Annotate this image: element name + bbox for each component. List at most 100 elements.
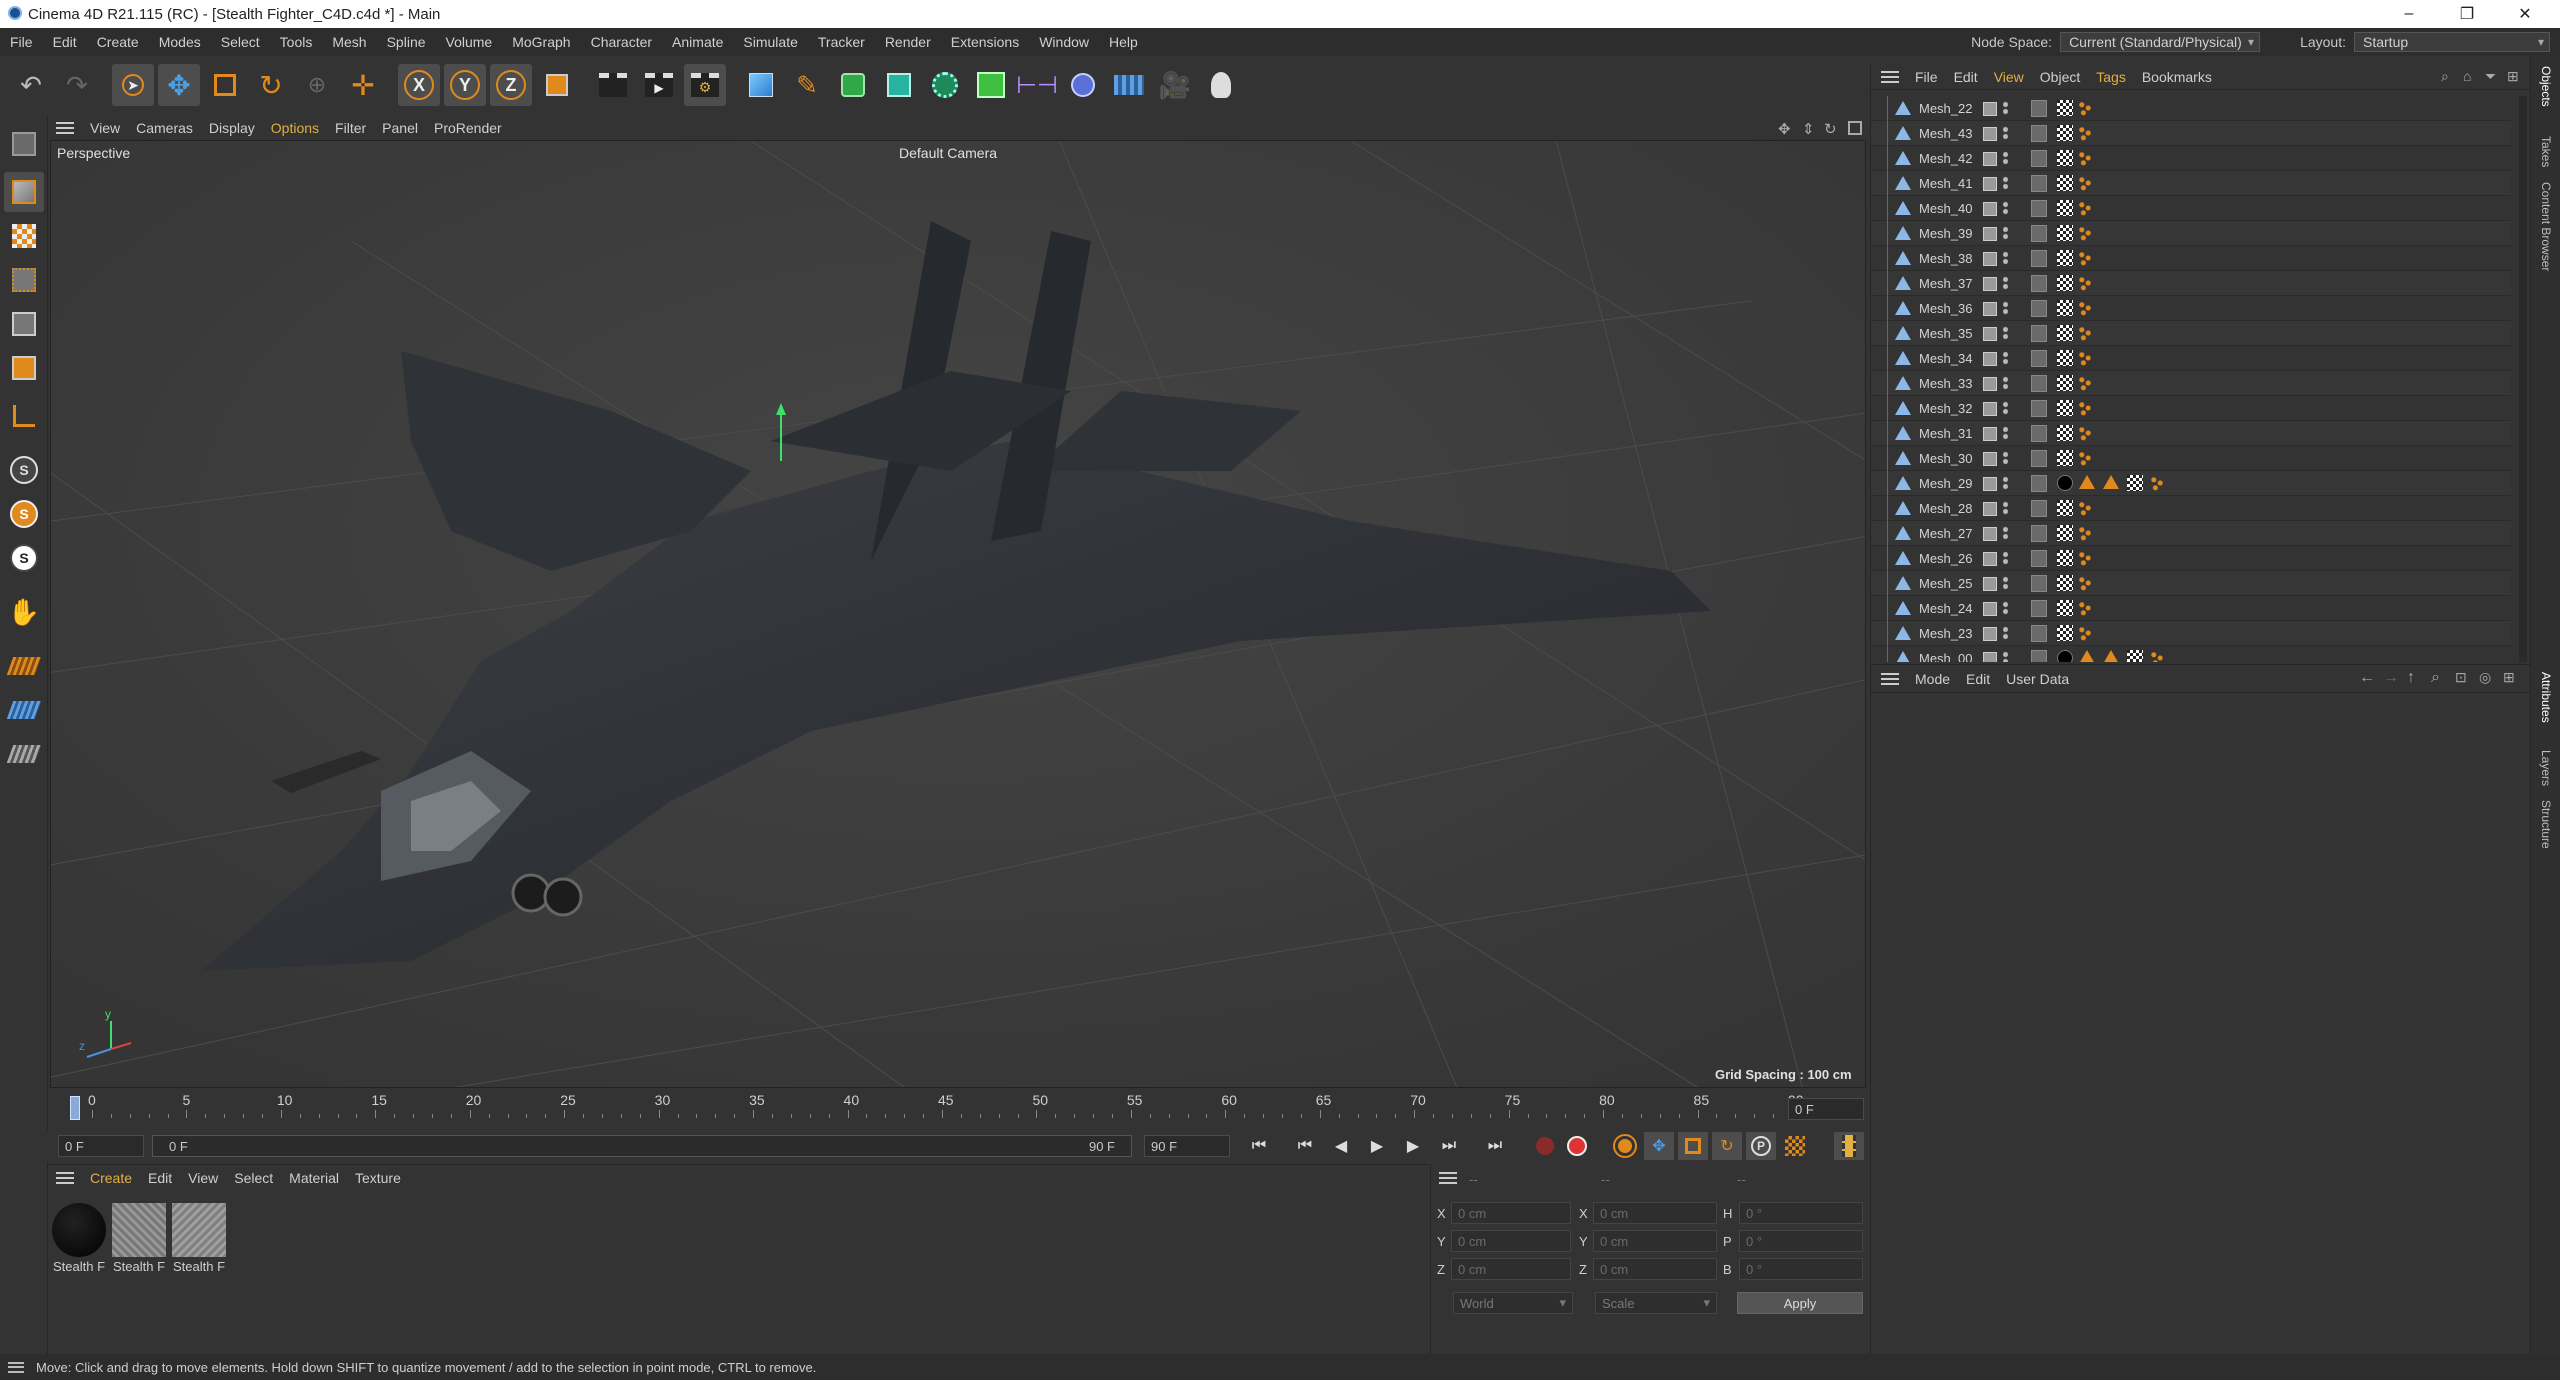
timeline-window-button[interactable]: [1834, 1132, 1864, 1160]
object-row[interactable]: Mesh_29: [1871, 471, 2511, 496]
uvw-tag-icon[interactable]: [2057, 625, 2073, 641]
visibility-dots-icon[interactable]: [2003, 351, 2008, 365]
object-name[interactable]: Mesh_30: [1919, 451, 1972, 466]
undo-button[interactable]: ↶: [10, 64, 52, 106]
selection-tag-icon[interactable]: [2077, 100, 2093, 116]
visibility-dots-icon[interactable]: [2003, 651, 2008, 662]
redo-button[interactable]: ↷: [56, 64, 98, 106]
coordinate-system-button[interactable]: [536, 64, 578, 106]
selection-tag-icon[interactable]: [2149, 650, 2165, 662]
uvw-tag-icon[interactable]: [2057, 600, 2073, 616]
uvw-tag-icon[interactable]: [2127, 650, 2143, 662]
end-frame-field[interactable]: 90 F: [1144, 1135, 1230, 1157]
object-row[interactable]: Mesh_22: [1871, 96, 2511, 121]
object-row[interactable]: Mesh_31: [1871, 421, 2511, 446]
size-z-field[interactable]: 0 cm: [1593, 1258, 1717, 1280]
menu-create[interactable]: Create: [87, 34, 149, 50]
attribute-menu-user-data[interactable]: User Data: [1998, 671, 2077, 687]
z-axis-button[interactable]: Z: [490, 64, 532, 106]
selection-tag-icon[interactable]: [2077, 450, 2093, 466]
menu-help[interactable]: Help: [1099, 34, 1148, 50]
visibility-dots-icon[interactable]: [2003, 326, 2008, 340]
deformer-button[interactable]: ⊢⊣: [1016, 64, 1058, 106]
visibility-dots-icon[interactable]: [2003, 151, 2008, 165]
object-row[interactable]: Mesh_37: [1871, 271, 2511, 296]
visibility-dots-icon[interactable]: [2003, 576, 2008, 590]
menu-mesh[interactable]: Mesh: [322, 34, 376, 50]
tab-layers[interactable]: Layers: [2539, 750, 2553, 786]
selection-tag-icon[interactable]: [2077, 225, 2093, 241]
key-scale-button[interactable]: [1678, 1132, 1708, 1160]
object-row[interactable]: Mesh_42: [1871, 146, 2511, 171]
edit-toggle-icon[interactable]: [1983, 327, 1997, 341]
visibility-dots-icon[interactable]: [2003, 226, 2008, 240]
edit-toggle-icon[interactable]: [1983, 277, 1997, 291]
selection-tag-icon[interactable]: [2077, 575, 2093, 591]
object-row[interactable]: Mesh_25: [1871, 571, 2511, 596]
object-scrollbar[interactable]: [2519, 96, 2527, 662]
size-mode-dropdown[interactable]: Scale ▾: [1595, 1292, 1717, 1314]
forward-arrow-icon[interactable]: →: [2383, 669, 2399, 687]
edit-toggle-icon[interactable]: [1983, 452, 1997, 466]
object-name[interactable]: Mesh_32: [1919, 401, 1972, 416]
edit-toggle-icon[interactable]: [1983, 177, 1997, 191]
material-menu-material[interactable]: Material: [281, 1170, 347, 1186]
uvw-tag-icon[interactable]: [2057, 100, 2073, 116]
viewport-camera-label[interactable]: Default Camera: [899, 145, 997, 161]
menu-edit[interactable]: Edit: [43, 34, 87, 50]
object-name[interactable]: Mesh_34: [1919, 351, 1972, 366]
position-x-field[interactable]: 0 cm: [1451, 1202, 1571, 1224]
edit-toggle-icon[interactable]: [1983, 127, 1997, 141]
visibility-dots-icon[interactable]: [2003, 551, 2008, 565]
visibility-dots-icon[interactable]: [2003, 601, 2008, 615]
object-name[interactable]: Mesh_25: [1919, 576, 1972, 591]
uvw-tag-icon[interactable]: [2057, 500, 2073, 516]
play-button[interactable]: ▶: [1362, 1132, 1392, 1160]
attribute-menu-mode[interactable]: Mode: [1907, 671, 1958, 687]
object-name[interactable]: Mesh_43: [1919, 126, 1972, 141]
playhead[interactable]: [70, 1096, 80, 1120]
viewport-menu-filter[interactable]: Filter: [327, 120, 374, 136]
rotation-p-field[interactable]: 0 °: [1739, 1230, 1863, 1252]
coord-hamburger-icon[interactable]: [1439, 1172, 1457, 1184]
field-button[interactable]: [1062, 64, 1104, 106]
menu-tracker[interactable]: Tracker: [808, 34, 875, 50]
edit-toggle-icon[interactable]: [1983, 152, 1997, 166]
selection-tag-icon[interactable]: [2077, 500, 2093, 516]
object-name[interactable]: Mesh_41: [1919, 176, 1972, 191]
visibility-dots-icon[interactable]: [2003, 401, 2008, 415]
object-row[interactable]: Mesh_34: [1871, 346, 2511, 371]
apply-button[interactable]: Apply: [1737, 1292, 1863, 1314]
edit-toggle-icon[interactable]: [1983, 202, 1997, 216]
phong-tag-icon[interactable]: [2079, 650, 2095, 662]
material-menu-edit[interactable]: Edit: [140, 1170, 180, 1186]
selection-tag-icon[interactable]: [2077, 625, 2093, 641]
menu-animate[interactable]: Animate: [662, 34, 733, 50]
viewport-menu-display[interactable]: Display: [201, 120, 263, 136]
menu-mograph[interactable]: MoGraph: [502, 34, 580, 50]
uvw-tag-icon[interactable]: [2057, 400, 2073, 416]
uvw-tag-icon[interactable]: [2057, 325, 2073, 341]
uvw-tag-icon[interactable]: [2057, 275, 2073, 291]
selection-tag-icon[interactable]: [2077, 150, 2093, 166]
object-row[interactable]: Mesh_24: [1871, 596, 2511, 621]
back-arrow-icon[interactable]: ←: [2359, 669, 2375, 687]
minimize-button[interactable]: –: [2386, 0, 2432, 28]
model-mode-button[interactable]: [4, 172, 44, 212]
visibility-dots-icon[interactable]: [2003, 201, 2008, 215]
selection-tag-icon[interactable]: [2077, 550, 2093, 566]
object-search-icon[interactable]: ⌕: [2441, 68, 2449, 85]
cloner-button[interactable]: [924, 64, 966, 106]
uvw-tag-icon[interactable]: [2057, 425, 2073, 441]
object-menu-view[interactable]: View: [1986, 69, 2032, 85]
edges-mode-button[interactable]: [4, 304, 44, 344]
edit-toggle-icon[interactable]: [1983, 652, 1997, 662]
object-name[interactable]: Mesh_33: [1919, 376, 1972, 391]
viewport-menu-view[interactable]: View: [82, 120, 128, 136]
transform-button[interactable]: ✛: [342, 64, 384, 106]
key-position-button[interactable]: [1610, 1132, 1640, 1160]
autokey-button[interactable]: [1562, 1132, 1592, 1160]
recent-tool-button[interactable]: ⊕: [296, 64, 338, 106]
size-y-field[interactable]: 0 cm: [1593, 1230, 1717, 1252]
edit-toggle-icon[interactable]: [1983, 577, 1997, 591]
